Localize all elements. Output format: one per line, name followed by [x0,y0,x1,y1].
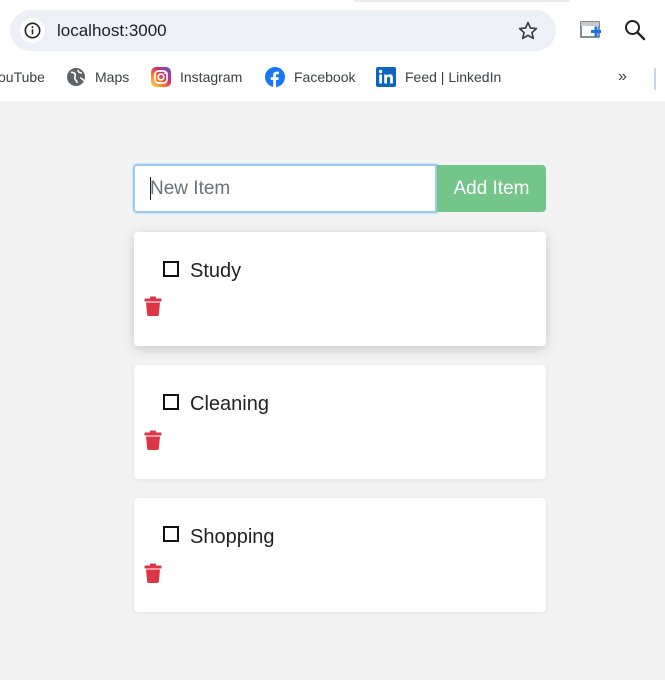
address-url[interactable]: localhost:3000 [57,21,167,41]
bookmark-youtube[interactable]: ouTube [0,66,45,88]
address-bar[interactable]: localhost:3000 [10,10,556,51]
todo-checkbox[interactable] [163,261,179,277]
more-bookmarks-chevron-icon[interactable]: » [618,68,627,86]
todo-item-label: Cleaning [190,393,269,415]
maps-globe-icon [66,67,86,87]
delete-trash-icon[interactable] [144,563,162,583]
add-to-reading-list-icon[interactable] [580,20,602,45]
delete-trash-icon[interactable] [144,430,162,450]
bookmark-star-icon[interactable] [517,20,539,47]
todo-item-card: Shopping [134,498,546,612]
browser-chrome: localhost:3000 ouTube Maps Instagram Fac… [0,0,665,101]
todo-checkbox[interactable] [163,394,179,410]
new-item-input[interactable] [133,164,437,213]
bookmark-linkedin[interactable]: Feed | LinkedIn [376,66,501,88]
todo-item-label: Study [190,260,242,282]
add-item-button[interactable]: Add Item [437,165,546,212]
bookmark-maps[interactable]: Maps [66,66,129,88]
todo-item-label: Shopping [190,526,275,548]
instagram-icon [151,67,171,87]
bookmark-label: Maps [95,69,130,85]
bookmark-label: Feed | LinkedIn [405,69,502,85]
bookmark-label: ouTube [0,69,45,85]
bookmarks-divider [654,68,656,90]
add-item-form: Add Item [133,164,546,213]
tab-strip [0,0,665,2]
zoom-icon[interactable] [624,19,646,46]
text-caret [150,177,151,200]
todo-item-card: Study [134,232,546,346]
linkedin-icon [376,67,396,87]
site-info-icon[interactable] [20,18,45,43]
bookmarks-bar: ouTube Maps Instagram Facebook Feed | Li… [0,62,665,92]
todo-checkbox[interactable] [163,526,179,542]
bookmark-label: Instagram [180,69,243,85]
delete-trash-icon[interactable] [144,296,162,316]
bookmark-facebook[interactable]: Facebook [265,66,355,88]
todo-item-card: Cleaning [134,365,546,479]
bookmark-label: Facebook [294,69,356,85]
bookmark-instagram[interactable]: Instagram [151,66,242,88]
facebook-icon [265,67,285,87]
